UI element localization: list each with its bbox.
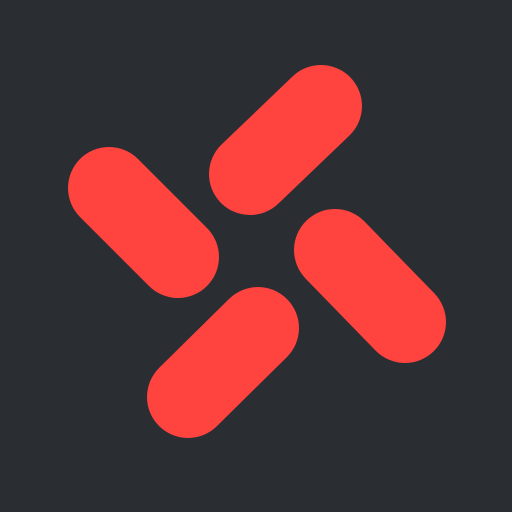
logo-background <box>0 0 512 512</box>
logo-pill-bottom-left <box>147 287 299 438</box>
app-icon <box>0 0 512 512</box>
pinwheel-logo-icon <box>0 0 512 512</box>
logo-pill-bottom-right <box>294 209 446 363</box>
logo-pill-top-left <box>68 147 219 298</box>
logo-pill-top-right <box>209 65 362 215</box>
